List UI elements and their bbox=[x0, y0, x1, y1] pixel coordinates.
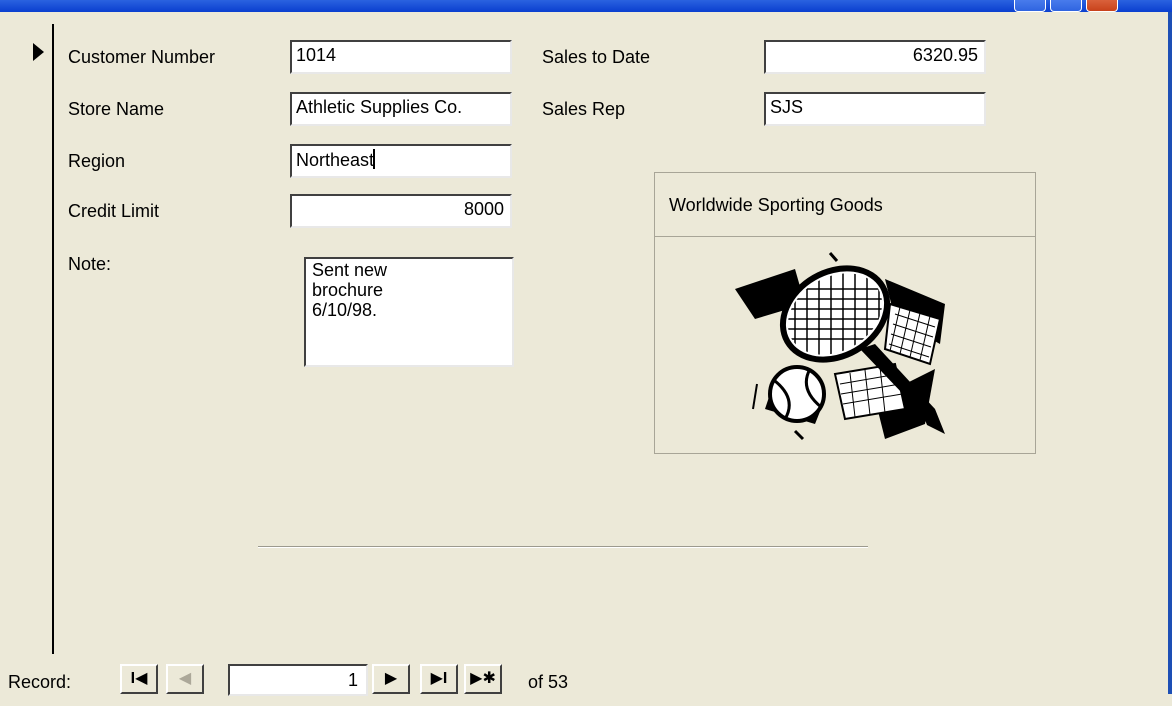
close-button[interactable] bbox=[1086, 0, 1118, 12]
region-value: Northeast bbox=[296, 150, 375, 170]
sales-to-date-field[interactable]: 6320.95 bbox=[764, 40, 986, 74]
sales-rep-field[interactable]: SJS bbox=[764, 92, 986, 126]
company-name: Worldwide Sporting Goods bbox=[655, 173, 1035, 237]
previous-record-button[interactable]: ◀ bbox=[166, 664, 204, 694]
record-total: of 53 bbox=[528, 672, 569, 692]
record-label: Record: bbox=[8, 672, 72, 692]
first-record-button[interactable]: I◀ bbox=[120, 664, 158, 694]
note-field[interactable]: Sent new brochure 6/10/98. bbox=[304, 257, 514, 367]
new-record-button[interactable]: ▶✱ bbox=[464, 664, 502, 694]
region-label: Region bbox=[68, 151, 126, 171]
text-cursor bbox=[373, 149, 376, 169]
store-name-label: Store Name bbox=[68, 99, 165, 119]
store-name-field[interactable]: Athletic Supplies Co. bbox=[290, 92, 512, 126]
customer-number-field[interactable]: 1014 bbox=[290, 40, 512, 74]
maximize-button[interactable] bbox=[1050, 0, 1082, 12]
credit-limit-label: Credit Limit bbox=[68, 201, 160, 221]
credit-limit-field[interactable]: 8000 bbox=[290, 194, 512, 228]
record-navigator: Record: I◀ ◀ 1 ▶ ▶I ▶✱ of 53 bbox=[0, 658, 1168, 706]
customer-number-label: Customer Number bbox=[68, 47, 216, 67]
sales-to-date-label: Sales to Date bbox=[542, 47, 651, 67]
note-label: Note: bbox=[68, 254, 112, 274]
current-record-arrow-icon bbox=[33, 43, 44, 61]
tennis-racket-ball-clipart-icon bbox=[735, 252, 945, 441]
current-record-input[interactable]: 1 bbox=[228, 664, 368, 696]
section-divider bbox=[258, 546, 868, 548]
region-field[interactable]: Northeast bbox=[290, 144, 512, 178]
customer-form: Customer Number 1014 Store Name Athletic… bbox=[0, 12, 1172, 696]
sales-rep-label: Sales Rep bbox=[542, 99, 626, 119]
minimize-button[interactable] bbox=[1014, 0, 1046, 12]
company-logo-box: Worldwide Sporting Goods bbox=[654, 172, 1036, 454]
window-titlebar bbox=[0, 0, 1172, 12]
last-record-button[interactable]: ▶I bbox=[420, 664, 458, 694]
next-record-button[interactable]: ▶ bbox=[372, 664, 410, 694]
record-selector[interactable] bbox=[0, 24, 54, 654]
